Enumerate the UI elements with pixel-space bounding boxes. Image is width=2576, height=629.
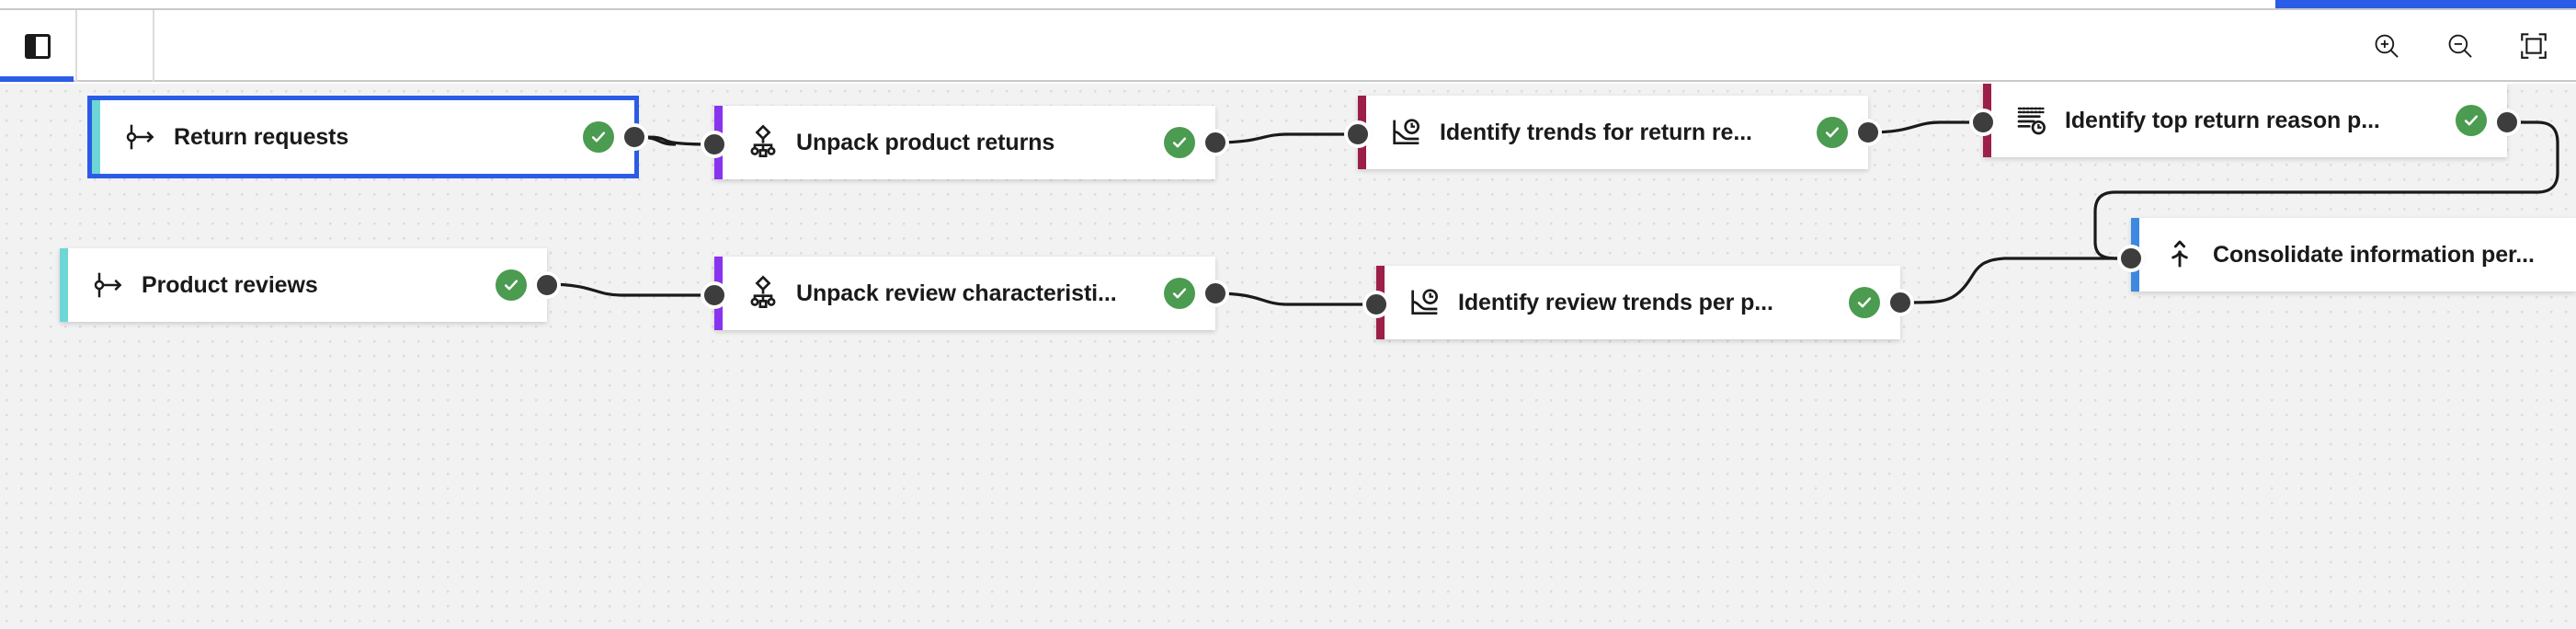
input-port-unpack-review-characteristics[interactable]	[701, 281, 728, 309]
node-label: Identify trends for return re...	[1440, 119, 1752, 145]
output-port-unpack-review-characteristics[interactable]	[1202, 280, 1229, 307]
check-circle-icon	[2464, 115, 2479, 126]
node-label: Identify review trends per p...	[1458, 289, 1773, 315]
zoom-out-icon	[2448, 34, 2472, 58]
output-port-product-reviews[interactable]	[533, 271, 561, 299]
tab-strip	[0, 10, 154, 82]
status-badge	[1164, 278, 1195, 309]
edge-connector	[1214, 132, 1358, 144]
toolbar-actions: Zoom in Zoom out Fit to screen	[2366, 10, 2554, 82]
panel-toggle-tab[interactable]	[0, 10, 77, 82]
unpack-hierarchy-icon	[737, 275, 789, 312]
node-product-reviews[interactable]: Product reviews	[60, 248, 547, 322]
node-identify-review-trends[interactable]: Identify review trends per p...	[1376, 266, 1900, 339]
output-port-return-requests[interactable]	[621, 123, 648, 151]
output-port-identify-review-trends[interactable]	[1886, 289, 1914, 316]
check-circle-icon	[1825, 127, 1840, 138]
status-badge	[1164, 127, 1195, 158]
fit-to-screen-icon	[2521, 33, 2547, 59]
check-circle-icon	[591, 132, 606, 143]
check-circle-icon	[1172, 137, 1187, 148]
panel-left-icon	[25, 33, 51, 59]
merge-arrow-icon	[2154, 236, 2206, 273]
node-label: Return requests	[174, 123, 349, 150]
input-port-unpack-product-returns[interactable]	[701, 131, 728, 158]
check-circle-icon	[504, 280, 519, 291]
unpack-hierarchy-icon	[737, 124, 789, 161]
trend-clock-icon	[1381, 114, 1432, 151]
input-port-consolidate-information[interactable]	[2117, 245, 2145, 272]
node-label: Unpack review characteristi...	[796, 280, 1117, 306]
workflow-editor: Zoom in Zoom out Fit to screen	[0, 0, 2576, 629]
node-label: Identify top return reason p...	[2065, 107, 2380, 133]
output-port-unpack-product-returns[interactable]	[1202, 129, 1229, 156]
data-source-icon	[115, 119, 166, 155]
node-accent-bar	[92, 100, 100, 174]
node-consolidate-information[interactable]: Consolidate information per...	[2131, 218, 2576, 292]
input-port-identify-top-return-reason[interactable]	[1969, 109, 1997, 136]
toolbar: Zoom in Zoom out Fit to screen	[0, 8, 2576, 82]
status-badge	[496, 269, 527, 301]
trend-clock-icon	[1399, 284, 1451, 321]
check-circle-icon	[1172, 288, 1187, 299]
input-port-identify-review-trends[interactable]	[1362, 291, 1390, 318]
output-port-identify-top-return-reason[interactable]	[2493, 109, 2521, 136]
status-badge	[2456, 105, 2487, 136]
zoom-out-button[interactable]: Zoom out	[2440, 26, 2480, 66]
edge-connector	[1867, 120, 1983, 134]
edge-connector	[1214, 292, 1376, 306]
zoom-in-icon	[2375, 34, 2399, 58]
status-badge	[1817, 117, 1848, 148]
node-identify-top-return-reason[interactable]: Identify top return reason p...	[1983, 84, 2507, 157]
input-port-identify-trends-return-reasons[interactable]	[1344, 120, 1372, 148]
node-label: Unpack product returns	[796, 129, 1055, 155]
node-accent-bar	[60, 248, 68, 322]
pipeline-canvas[interactable]: Return requests Unpack product returns I…	[0, 84, 2576, 629]
edge-connector	[1899, 257, 2131, 304]
node-identify-trends-return-reasons[interactable]: Identify trends for return re...	[1358, 96, 1868, 169]
node-return-requests[interactable]: Return requests	[87, 96, 639, 178]
node-label: Consolidate information per...	[2213, 241, 2535, 268]
status-badge	[583, 121, 614, 153]
output-port-identify-trends-return-reasons[interactable]	[1854, 119, 1882, 146]
data-source-icon	[83, 267, 134, 303]
zoom-in-button[interactable]: Zoom in	[2366, 26, 2407, 66]
filter-table-clock-icon	[2006, 102, 2057, 139]
check-circle-icon	[1857, 297, 1872, 308]
node-unpack-review-characteristics[interactable]: Unpack review characteristi...	[714, 257, 1215, 330]
node-label: Product reviews	[142, 271, 318, 298]
node-unpack-product-returns[interactable]: Unpack product returns	[714, 106, 1215, 179]
tab-strip-divider	[77, 10, 154, 82]
status-badge	[1849, 287, 1880, 318]
edge-connector	[546, 282, 714, 297]
fit-to-screen-button[interactable]: Fit to screen	[2513, 26, 2554, 66]
top-accent-bar	[2275, 0, 2576, 8]
